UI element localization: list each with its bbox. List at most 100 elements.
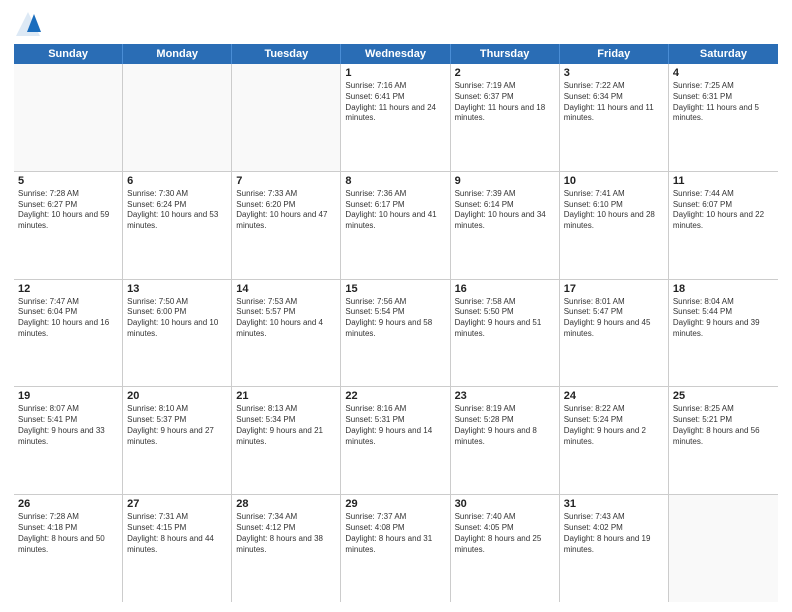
calendar-cell: 1 Sunrise: 7:16 AMSunset: 6:41 PMDaylight… (341, 64, 450, 171)
cell-info: Sunrise: 8:25 AMSunset: 5:21 PMDaylight:… (673, 404, 774, 447)
day-number: 12 (18, 283, 118, 295)
day-number: 2 (455, 67, 555, 79)
calendar-week-2: 5 Sunrise: 7:28 AMSunset: 6:27 PMDaylight… (14, 172, 778, 280)
cell-info: Sunrise: 7:39 AMSunset: 6:14 PMDaylight:… (455, 189, 555, 232)
day-number: 25 (673, 390, 774, 402)
calendar: Sunday Monday Tuesday Wednesday Thursday… (14, 44, 778, 602)
day-number: 14 (236, 283, 336, 295)
day-number: 22 (345, 390, 445, 402)
day-number: 30 (455, 498, 555, 510)
calendar-cell: 9 Sunrise: 7:39 AMSunset: 6:14 PMDaylight… (451, 172, 560, 279)
day-number: 23 (455, 390, 555, 402)
day-number: 20 (127, 390, 227, 402)
day-number: 16 (455, 283, 555, 295)
calendar-cell: 21 Sunrise: 8:13 AMSunset: 5:34 PMDayligh… (232, 387, 341, 494)
day-number: 8 (345, 175, 445, 187)
header (14, 10, 778, 38)
cell-info: Sunrise: 7:28 AMSunset: 6:27 PMDaylight:… (18, 189, 118, 232)
cell-info: Sunrise: 7:56 AMSunset: 5:54 PMDaylight:… (345, 297, 445, 340)
header-tuesday: Tuesday (232, 44, 341, 64)
cell-info: Sunrise: 8:13 AMSunset: 5:34 PMDaylight:… (236, 404, 336, 447)
day-number: 13 (127, 283, 227, 295)
calendar-container: Sunday Monday Tuesday Wednesday Thursday… (0, 0, 792, 612)
calendar-cell: 8 Sunrise: 7:36 AMSunset: 6:17 PMDaylight… (341, 172, 450, 279)
day-number: 3 (564, 67, 664, 79)
cell-info: Sunrise: 8:04 AMSunset: 5:44 PMDaylight:… (673, 297, 774, 340)
header-thursday: Thursday (451, 44, 560, 64)
cell-info: Sunrise: 7:16 AMSunset: 6:41 PMDaylight:… (345, 81, 445, 124)
day-number: 26 (18, 498, 118, 510)
calendar-cell: 5 Sunrise: 7:28 AMSunset: 6:27 PMDaylight… (14, 172, 123, 279)
calendar-cell: 28 Sunrise: 7:34 AMSunset: 4:12 PMDayligh… (232, 495, 341, 602)
cell-info: Sunrise: 7:58 AMSunset: 5:50 PMDaylight:… (455, 297, 555, 340)
day-number: 1 (345, 67, 445, 79)
calendar-week-3: 12 Sunrise: 7:47 AMSunset: 6:04 PMDayligh… (14, 280, 778, 388)
day-number: 19 (18, 390, 118, 402)
cell-info: Sunrise: 7:34 AMSunset: 4:12 PMDaylight:… (236, 512, 336, 555)
day-number: 4 (673, 67, 774, 79)
calendar-cell: 16 Sunrise: 7:58 AMSunset: 5:50 PMDayligh… (451, 280, 560, 387)
calendar-cell: 17 Sunrise: 8:01 AMSunset: 5:47 PMDayligh… (560, 280, 669, 387)
cell-info: Sunrise: 7:50 AMSunset: 6:00 PMDaylight:… (127, 297, 227, 340)
cell-info: Sunrise: 7:53 AMSunset: 5:57 PMDaylight:… (236, 297, 336, 340)
cell-info: Sunrise: 8:22 AMSunset: 5:24 PMDaylight:… (564, 404, 664, 447)
day-number: 17 (564, 283, 664, 295)
cell-info: Sunrise: 7:31 AMSunset: 4:15 PMDaylight:… (127, 512, 227, 555)
calendar-cell: 20 Sunrise: 8:10 AMSunset: 5:37 PMDayligh… (123, 387, 232, 494)
calendar-cell: 18 Sunrise: 8:04 AMSunset: 5:44 PMDayligh… (669, 280, 778, 387)
calendar-cell: 11 Sunrise: 7:44 AMSunset: 6:07 PMDayligh… (669, 172, 778, 279)
header-saturday: Saturday (669, 44, 778, 64)
calendar-cell: 19 Sunrise: 8:07 AMSunset: 5:41 PMDayligh… (14, 387, 123, 494)
cell-info: Sunrise: 7:25 AMSunset: 6:31 PMDaylight:… (673, 81, 774, 124)
cell-info: Sunrise: 8:10 AMSunset: 5:37 PMDaylight:… (127, 404, 227, 447)
calendar-cell: 12 Sunrise: 7:47 AMSunset: 6:04 PMDayligh… (14, 280, 123, 387)
day-number: 28 (236, 498, 336, 510)
cell-info: Sunrise: 7:33 AMSunset: 6:20 PMDaylight:… (236, 189, 336, 232)
calendar-header: Sunday Monday Tuesday Wednesday Thursday… (14, 44, 778, 64)
calendar-cell: 25 Sunrise: 8:25 AMSunset: 5:21 PMDayligh… (669, 387, 778, 494)
day-number: 31 (564, 498, 664, 510)
day-number: 9 (455, 175, 555, 187)
cell-info: Sunrise: 8:19 AMSunset: 5:28 PMDaylight:… (455, 404, 555, 447)
day-number: 7 (236, 175, 336, 187)
calendar-cell: 4 Sunrise: 7:25 AMSunset: 6:31 PMDaylight… (669, 64, 778, 171)
day-number: 18 (673, 283, 774, 295)
header-sunday: Sunday (14, 44, 123, 64)
cell-info: Sunrise: 7:47 AMSunset: 6:04 PMDaylight:… (18, 297, 118, 340)
day-number: 6 (127, 175, 227, 187)
cell-info: Sunrise: 8:07 AMSunset: 5:41 PMDaylight:… (18, 404, 118, 447)
cell-info: Sunrise: 7:28 AMSunset: 4:18 PMDaylight:… (18, 512, 118, 555)
cell-info: Sunrise: 7:37 AMSunset: 4:08 PMDaylight:… (345, 512, 445, 555)
calendar-cell: 14 Sunrise: 7:53 AMSunset: 5:57 PMDayligh… (232, 280, 341, 387)
calendar-cell: 26 Sunrise: 7:28 AMSunset: 4:18 PMDayligh… (14, 495, 123, 602)
header-friday: Friday (560, 44, 669, 64)
cell-info: Sunrise: 8:16 AMSunset: 5:31 PMDaylight:… (345, 404, 445, 447)
calendar-cell: 31 Sunrise: 7:43 AMSunset: 4:02 PMDayligh… (560, 495, 669, 602)
day-number: 5 (18, 175, 118, 187)
calendar-cell (14, 64, 123, 171)
calendar-cell: 30 Sunrise: 7:40 AMSunset: 4:05 PMDayligh… (451, 495, 560, 602)
header-monday: Monday (123, 44, 232, 64)
calendar-week-1: 1 Sunrise: 7:16 AMSunset: 6:41 PMDaylight… (14, 64, 778, 172)
day-number: 11 (673, 175, 774, 187)
calendar-cell: 27Sunrise: 7:31 AMSunset: 4:15 PMDayligh… (123, 495, 232, 602)
cell-info: Sunrise: 8:01 AMSunset: 5:47 PMDaylight:… (564, 297, 664, 340)
cell-info: Sunrise: 7:40 AMSunset: 4:05 PMDaylight:… (455, 512, 555, 555)
cell-info: Sunrise: 7:44 AMSunset: 6:07 PMDaylight:… (673, 189, 774, 232)
cell-info: Sunrise: 7:41 AMSunset: 6:10 PMDaylight:… (564, 189, 664, 232)
logo-icon (14, 10, 42, 38)
calendar-cell: 6Sunrise: 7:30 AMSunset: 6:24 PMDaylight… (123, 172, 232, 279)
header-wednesday: Wednesday (341, 44, 450, 64)
cell-info: Sunrise: 7:43 AMSunset: 4:02 PMDaylight:… (564, 512, 664, 555)
day-number: 21 (236, 390, 336, 402)
cell-info: Sunrise: 7:36 AMSunset: 6:17 PMDaylight:… (345, 189, 445, 232)
logo (14, 10, 49, 38)
calendar-week-5: 26 Sunrise: 7:28 AMSunset: 4:18 PMDayligh… (14, 495, 778, 602)
calendar-cell: 13 Sunrise: 7:50 AMSunset: 6:00 PMDayligh… (123, 280, 232, 387)
day-number: 24 (564, 390, 664, 402)
calendar-cell: 2Sunrise: 7:19 AMSunset: 6:37 PMDaylight… (451, 64, 560, 171)
day-number: 10 (564, 175, 664, 187)
calendar-cell (669, 495, 778, 602)
calendar-cell: 15Sunrise: 7:56 AMSunset: 5:54 PMDayligh… (341, 280, 450, 387)
calendar-cell: 23 Sunrise: 8:19 AMSunset: 5:28 PMDayligh… (451, 387, 560, 494)
